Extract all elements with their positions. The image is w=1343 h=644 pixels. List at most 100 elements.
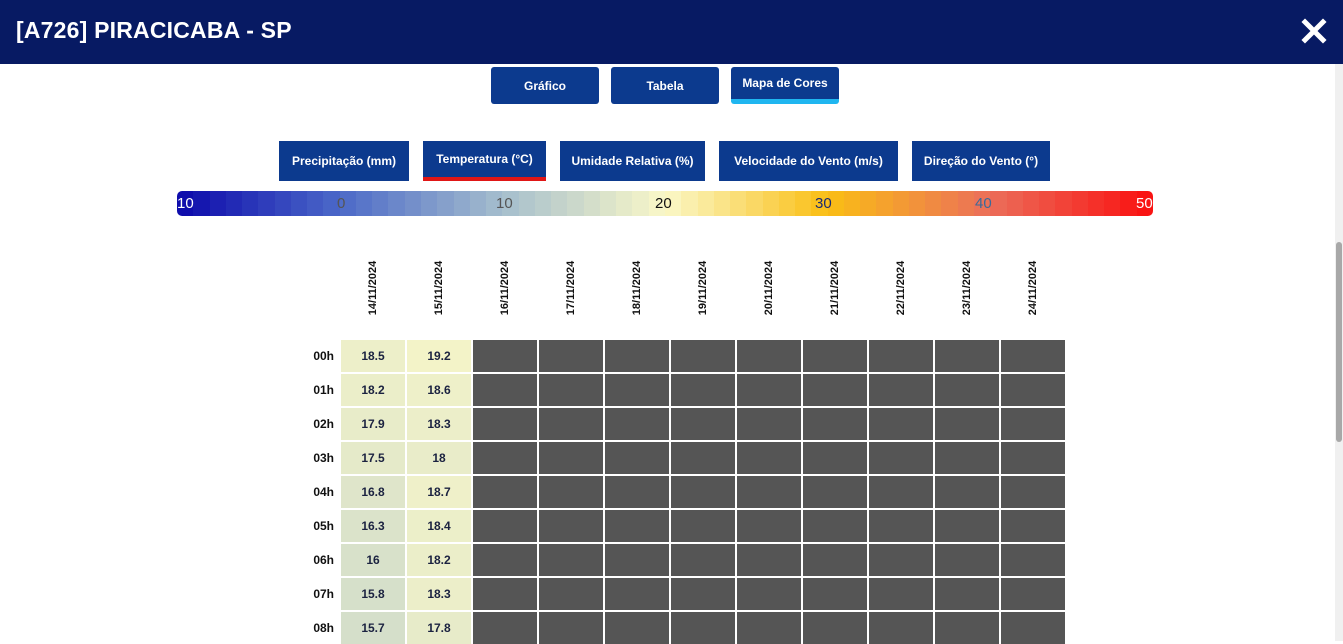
- color-scale-cell: [274, 191, 291, 216]
- no-data-cell: [605, 510, 669, 542]
- no-data-cell: [671, 374, 735, 406]
- color-scale-cell: [437, 191, 454, 216]
- color-scale-cell: [420, 191, 438, 216]
- color-scale-cell: [876, 191, 893, 216]
- tab-direcao-do-vento-label: Direção do Vento (°): [923, 154, 1039, 168]
- no-data-cell: [671, 442, 735, 474]
- no-data-cell: [473, 612, 537, 644]
- no-data-cell: [1001, 408, 1065, 440]
- no-data-cell: [605, 612, 669, 644]
- tab-direcao-do-vento[interactable]: Direção do Vento (°): [912, 141, 1050, 181]
- scale-tick-label: 40: [975, 195, 992, 212]
- date-column-header: 21/11/2024: [825, 248, 845, 328]
- view-tabela-label: Tabela: [646, 78, 684, 93]
- temperature-cell: 16.3: [341, 510, 405, 542]
- temperature-cell: 18.3: [407, 408, 471, 440]
- no-data-cell: [671, 476, 735, 508]
- date-label: 24/11/2024: [1027, 260, 1039, 316]
- view-grafico-label: Gráfico: [523, 78, 566, 93]
- color-scale-cell: [372, 191, 389, 216]
- date-column-header: 19/11/2024: [693, 248, 713, 328]
- no-data-cell: [671, 408, 735, 440]
- no-data-cell: [803, 408, 867, 440]
- no-data-cell: [539, 510, 603, 542]
- date-column-header: 20/11/2024: [759, 248, 779, 328]
- color-scale-cell: [242, 191, 259, 216]
- color-scale-cell: [599, 191, 617, 216]
- color-scale-cell: [290, 191, 308, 216]
- no-data-cell: [539, 340, 603, 372]
- color-scale-cell: [697, 191, 714, 216]
- no-data-cell: [737, 578, 801, 610]
- temperature-cell: 15.8: [341, 578, 405, 610]
- tab-precipitacao[interactable]: Precipitação (mm): [279, 141, 409, 181]
- color-scale-cell: [860, 191, 877, 216]
- no-data-cell: [671, 578, 735, 610]
- color-scale-cell: [1022, 191, 1040, 216]
- no-data-cell: [473, 408, 537, 440]
- no-data-cell: [869, 340, 933, 372]
- no-data-cell: [605, 442, 669, 474]
- temperature-cell: 18.4: [407, 510, 471, 542]
- color-scale-cell: [258, 191, 275, 216]
- no-data-cell: [935, 442, 999, 474]
- no-data-cell: [1001, 544, 1065, 576]
- no-data-cell: [539, 476, 603, 508]
- color-scale-cell: [957, 191, 975, 216]
- no-data-cell: [473, 374, 537, 406]
- tab-velocidade-do-vento[interactable]: Velocidade do Vento (m/s): [719, 141, 898, 181]
- no-data-cell: [737, 476, 801, 508]
- color-scale-cell: [225, 191, 243, 216]
- date-column-header: 17/11/2024: [561, 248, 581, 328]
- close-icon[interactable]: [1299, 16, 1329, 46]
- date-column-header: 14/11/2024: [363, 248, 383, 328]
- tab-temperatura[interactable]: Temperatura (°C): [423, 141, 546, 181]
- temperature-cell: 15.7: [341, 612, 405, 644]
- scrollbar[interactable]: [1335, 64, 1343, 641]
- color-scale-cell: [795, 191, 812, 216]
- color-scale-cell: [1120, 191, 1137, 216]
- no-data-cell: [1001, 442, 1065, 474]
- date-column-header: 23/11/2024: [957, 248, 977, 328]
- view-tabela-button[interactable]: Tabela: [611, 67, 719, 104]
- temperature-cell: 18.5: [341, 340, 405, 372]
- scrollbar-thumb[interactable]: [1336, 242, 1342, 442]
- temperature-cell: 18.7: [407, 476, 471, 508]
- hour-label: 06h: [313, 553, 334, 567]
- date-label: 15/11/2024: [433, 260, 445, 316]
- no-data-cell: [869, 408, 933, 440]
- no-data-cell: [473, 544, 537, 576]
- tab-umidade-relativa[interactable]: Umidade Relativa (%): [560, 141, 705, 181]
- scale-tick-label: 20: [655, 195, 672, 212]
- no-data-cell: [473, 340, 537, 372]
- color-scale-cell: [730, 191, 747, 216]
- hour-label: 07h: [313, 587, 334, 601]
- color-scale-cell: [453, 191, 470, 216]
- tab-umidade-relativa-label: Umidade Relativa (%): [571, 154, 694, 168]
- color-scale-cell: [307, 191, 324, 216]
- color-scale-cell: [616, 191, 633, 216]
- no-data-cell: [935, 612, 999, 644]
- no-data-cell: [605, 544, 669, 576]
- no-data-cell: [737, 544, 801, 576]
- no-data-cell: [803, 510, 867, 542]
- date-label: 18/11/2024: [631, 260, 643, 316]
- no-data-cell: [869, 510, 933, 542]
- no-data-cell: [803, 544, 867, 576]
- no-data-cell: [671, 544, 735, 576]
- color-scale-cell: [567, 191, 584, 216]
- color-scale-cell: [1087, 191, 1105, 216]
- hour-label: 08h: [313, 621, 334, 635]
- no-data-cell: [671, 510, 735, 542]
- no-data-cell: [1001, 374, 1065, 406]
- color-scale-cell: [908, 191, 926, 216]
- no-data-cell: [605, 374, 669, 406]
- no-data-cell: [605, 476, 669, 508]
- no-data-cell: [737, 442, 801, 474]
- no-data-cell: [935, 408, 999, 440]
- no-data-cell: [869, 544, 933, 576]
- view-mapa-de-cores-button[interactable]: Mapa de Cores: [731, 67, 839, 104]
- tab-velocidade-do-vento-label: Velocidade do Vento (m/s): [734, 154, 883, 168]
- view-grafico-button[interactable]: Gráfico: [491, 67, 599, 104]
- color-scale-cell: [843, 191, 861, 216]
